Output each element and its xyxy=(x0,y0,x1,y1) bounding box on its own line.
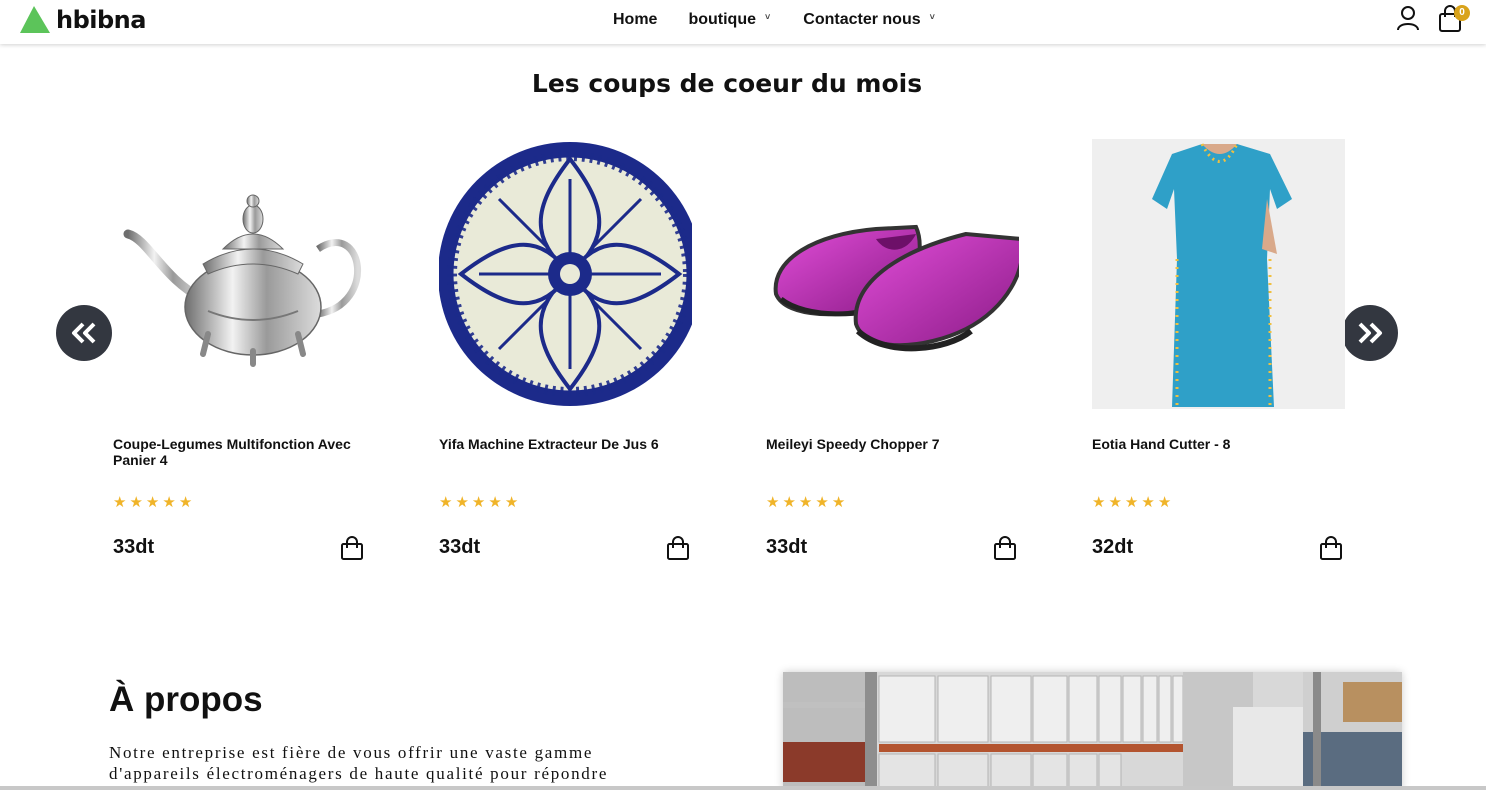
product-image-slippers[interactable] xyxy=(766,139,1019,409)
star-icon: ★ xyxy=(504,494,519,511)
star-icon: ★ xyxy=(145,494,160,511)
double-chevron-left-icon xyxy=(72,322,96,344)
nav-boutique-label: boutique xyxy=(688,11,756,28)
carousel-next-button[interactable] xyxy=(1342,305,1398,361)
double-chevron-right-icon xyxy=(1358,322,1382,344)
star-icon: ★ xyxy=(1124,494,1139,511)
star-icon: ★ xyxy=(455,494,469,511)
product-card[interactable]: Meileyi Speedy Chopper 7 ★ ★ ★ ★ ★ 33dt xyxy=(766,139,1019,560)
logo[interactable]: hbibna xyxy=(20,6,146,34)
add-to-cart-icon[interactable] xyxy=(1320,536,1342,560)
star-icon: ★ xyxy=(471,494,486,511)
cart-button[interactable]: 0 xyxy=(1438,5,1470,33)
cart-count-badge: 0 xyxy=(1454,5,1470,21)
user-icon xyxy=(1397,6,1419,31)
product-price: 32dt xyxy=(1092,536,1134,558)
star-icon: ★ xyxy=(178,494,193,511)
product-price: 33dt xyxy=(766,536,808,558)
about-text: Notre entreprise est fière de vous offri… xyxy=(109,743,609,783)
product-image-dress[interactable] xyxy=(1092,139,1345,409)
nav-contact-label: Contacter nous xyxy=(803,11,921,28)
logo-text: hbibna xyxy=(56,6,146,34)
chevron-down-icon: ˅ xyxy=(929,12,935,22)
account-button[interactable] xyxy=(1396,5,1422,33)
product-price: 33dt xyxy=(439,536,481,558)
product-rating: ★ ★ ★ ★ ★ xyxy=(113,493,192,511)
star-icon: ★ xyxy=(129,494,143,511)
star-icon: ★ xyxy=(113,494,127,511)
nav-boutique[interactable]: boutique ˅ xyxy=(688,11,770,29)
star-icon: ★ xyxy=(1108,494,1122,511)
star-icon: ★ xyxy=(766,494,780,511)
site-header: hbibna Home boutique ˅ Contacter nous ˅ … xyxy=(0,0,1486,44)
main-nav: Home boutique ˅ Contacter nous ˅ xyxy=(613,0,935,40)
product-price: 33dt xyxy=(113,536,155,558)
product-name[interactable]: Coupe-Legumes Multifonction Avec Panier … xyxy=(113,436,373,468)
add-to-cart-icon[interactable] xyxy=(341,536,363,560)
star-icon: ★ xyxy=(831,494,846,511)
star-icon: ★ xyxy=(1092,494,1106,511)
add-to-cart-icon[interactable] xyxy=(994,536,1016,560)
about-image-warehouse xyxy=(783,672,1402,790)
star-icon: ★ xyxy=(1157,494,1172,511)
header-actions: 0 xyxy=(1396,5,1470,33)
product-card[interactable]: Eotia Hand Cutter - 8 ★ ★ ★ ★ ★ 32dt xyxy=(1092,139,1345,560)
product-name[interactable]: Eotia Hand Cutter - 8 xyxy=(1092,436,1352,452)
star-icon: ★ xyxy=(815,494,829,511)
star-icon: ★ xyxy=(439,494,453,511)
product-card[interactable]: Yifa Machine Extracteur De Jus 6 ★ ★ ★ ★ ★ 3… xyxy=(439,139,692,560)
product-card[interactable]: Coupe-Legumes Multifonction Avec Panier … xyxy=(113,139,366,560)
star-icon: ★ xyxy=(488,494,502,511)
product-image-plate[interactable] xyxy=(439,139,692,409)
add-to-cart-icon[interactable] xyxy=(667,536,689,560)
product-name[interactable]: Meileyi Speedy Chopper 7 xyxy=(766,436,1026,452)
carousel-prev-button[interactable] xyxy=(56,305,112,361)
star-icon: ★ xyxy=(782,494,796,511)
product-rating: ★ ★ ★ ★ ★ xyxy=(766,493,845,511)
star-icon: ★ xyxy=(162,494,176,511)
product-name[interactable]: Yifa Machine Extracteur De Jus 6 xyxy=(439,436,699,452)
product-rating: ★ ★ ★ ★ ★ xyxy=(439,493,518,511)
section-title: Les coups de coeur du mois xyxy=(531,69,923,98)
product-rating: ★ ★ ★ ★ ★ xyxy=(1092,493,1171,511)
nav-home-label: Home xyxy=(613,11,658,28)
nav-home[interactable]: Home xyxy=(613,11,657,29)
star-icon: ★ xyxy=(798,494,813,511)
nav-contact[interactable]: Contacter nous ˅ xyxy=(803,11,935,29)
horizontal-scrollbar[interactable] xyxy=(0,786,1486,790)
about-title: À propos xyxy=(109,680,263,719)
chevron-down-icon: ˅ xyxy=(765,12,771,22)
product-image-teapot[interactable] xyxy=(113,139,366,409)
star-icon: ★ xyxy=(1141,494,1155,511)
logo-triangle-icon xyxy=(20,6,50,33)
